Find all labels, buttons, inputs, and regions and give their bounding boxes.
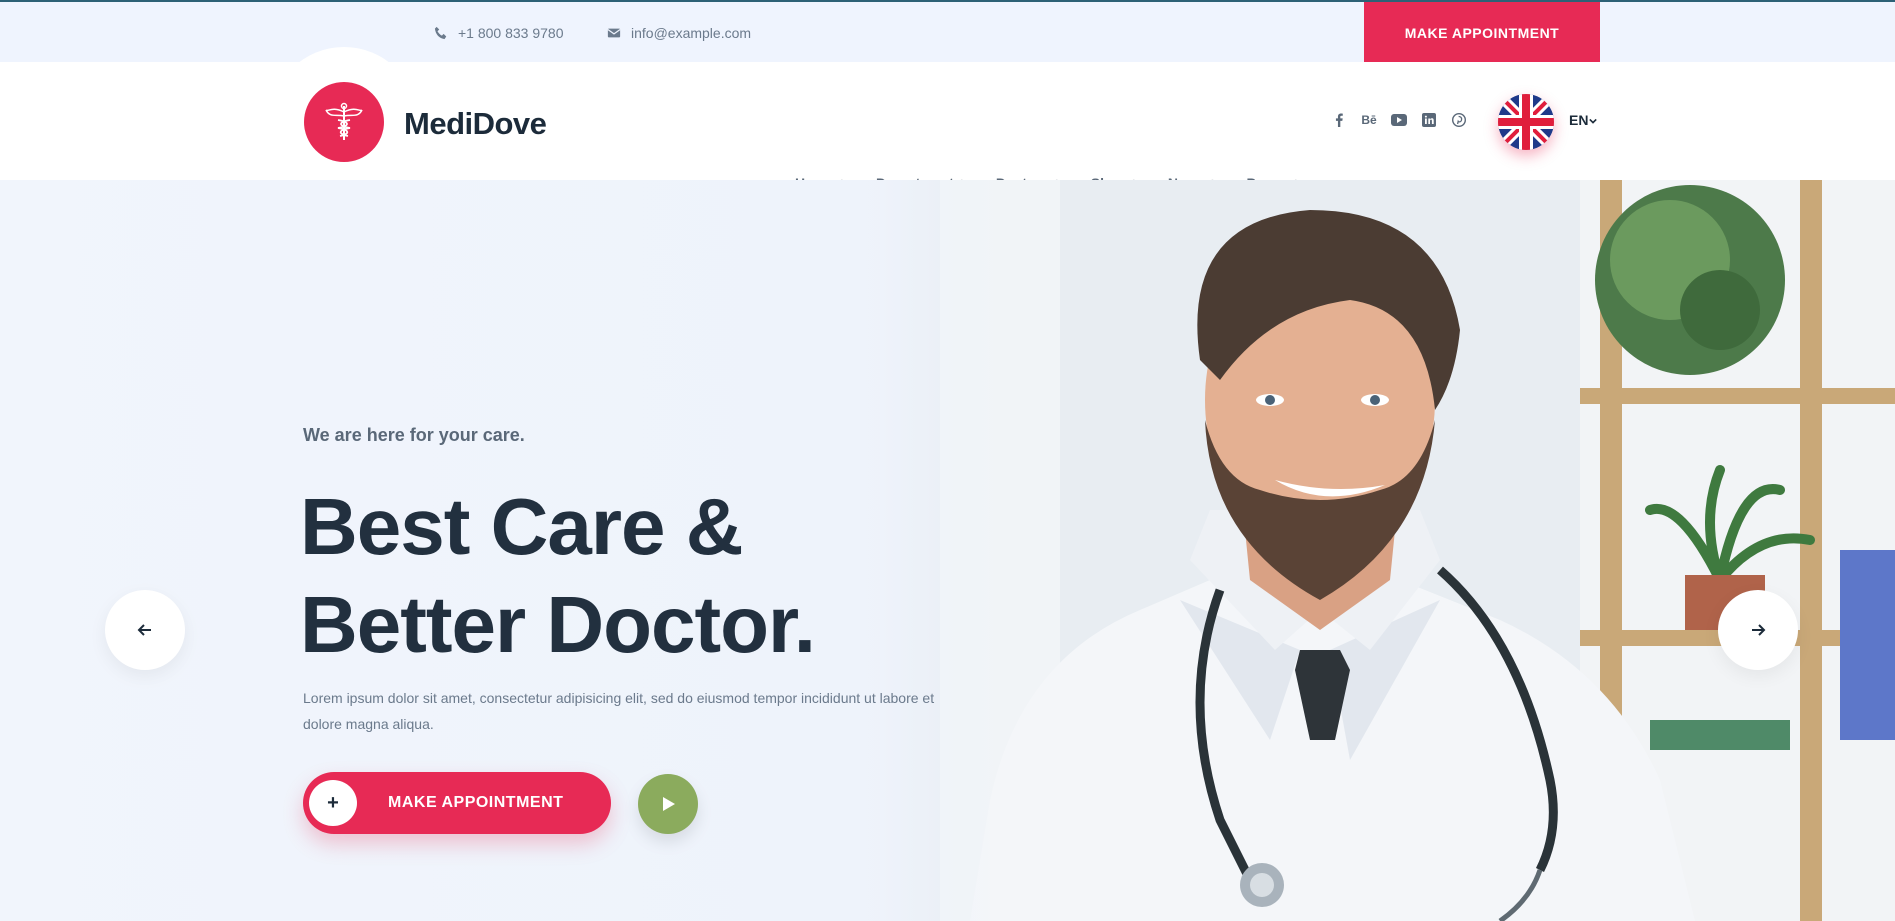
hero-slider: We are here for your care. Best Care & B…	[0, 180, 1895, 921]
slider-next-button[interactable]	[1718, 590, 1798, 670]
phone-number: +1 800 833 9780	[458, 25, 564, 41]
arrow-left-icon	[137, 624, 151, 636]
email-address: info@example.com	[631, 25, 752, 41]
play-icon	[663, 797, 675, 811]
top-bar: +1 800 833 9780 info@example.com MAKE AP…	[0, 0, 1895, 64]
hero-description: Lorem ipsum dolor sit amet, consectetur …	[303, 690, 935, 732]
hero-appointment-label: MAKE APPOINTMENT	[388, 794, 564, 811]
social-links: Bē	[1331, 112, 1467, 128]
hero-title-line1: Best Care &	[300, 482, 744, 571]
pinterest-icon[interactable]	[1451, 112, 1467, 128]
hero-title: Best Care & Better Doctor.	[300, 478, 816, 674]
plus-icon: +	[309, 780, 357, 826]
caduceus-logo-icon[interactable]	[304, 82, 384, 162]
uk-flag-icon[interactable]	[1498, 94, 1554, 150]
doctor-photo	[880, 180, 1895, 921]
envelope-icon	[607, 28, 621, 38]
behance-icon[interactable]: Bē	[1361, 112, 1377, 128]
arrow-right-icon	[1752, 624, 1766, 636]
linkedin-icon[interactable]	[1421, 112, 1437, 128]
play-video-button[interactable]	[638, 774, 698, 834]
email-contact[interactable]: info@example.com	[607, 25, 751, 41]
top-appointment-button[interactable]: MAKE APPOINTMENT	[1364, 2, 1600, 64]
hero-title-line2: Better Doctor.	[300, 580, 816, 669]
facebook-icon[interactable]	[1331, 112, 1347, 128]
hero-appointment-button[interactable]: + MAKE APPOINTMENT	[303, 772, 611, 834]
slider-prev-button[interactable]	[105, 590, 185, 670]
youtube-icon[interactable]	[1391, 112, 1407, 128]
hero-tagline: We are here for your care.	[303, 425, 525, 445]
phone-contact[interactable]: +1 800 833 9780	[434, 25, 564, 41]
phone-icon	[434, 26, 447, 40]
language-select[interactable]: EN	[1569, 112, 1598, 128]
language-label: EN	[1569, 112, 1589, 128]
chevron-down-icon	[1589, 118, 1598, 124]
brand-name[interactable]: MediDove	[404, 106, 547, 142]
caduceus-icon	[325, 102, 363, 140]
